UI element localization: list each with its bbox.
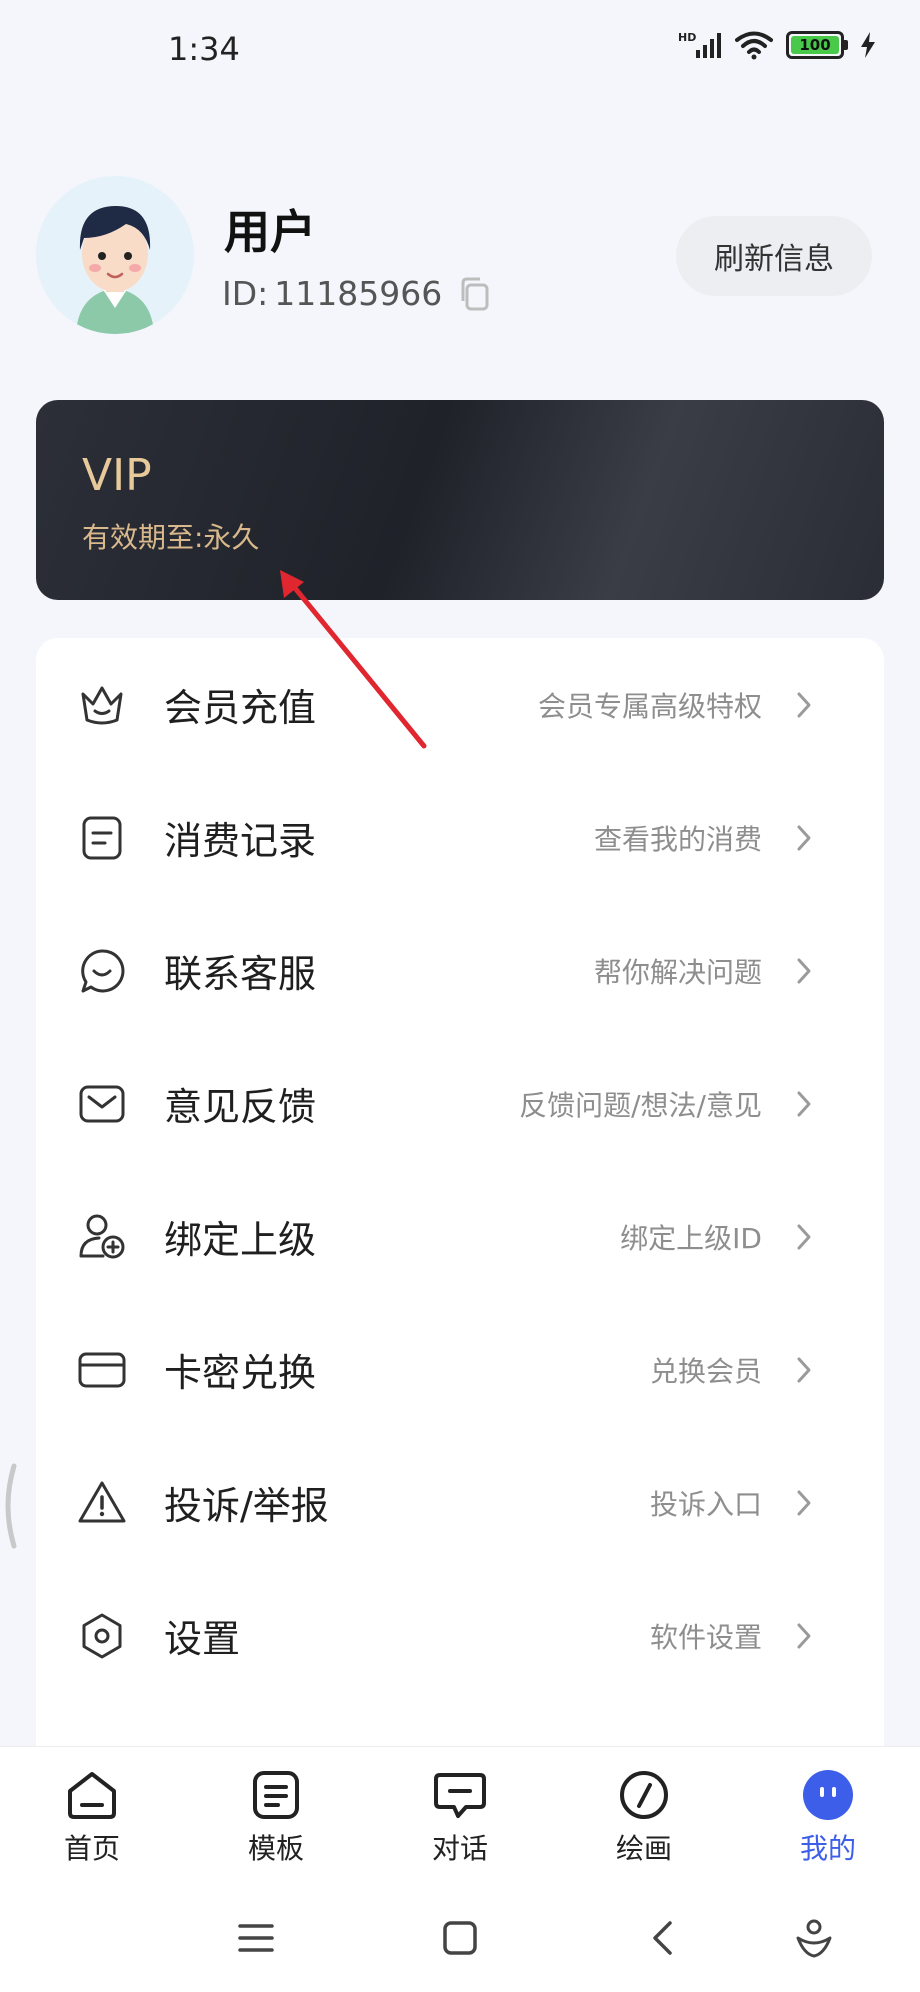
card-icon	[76, 1344, 128, 1396]
menu-subtitle: 帮你解决问题	[593, 955, 762, 989]
menu-icon[interactable]	[234, 1916, 278, 1960]
mail-icon	[76, 1078, 128, 1130]
nav-label: 模板	[247, 1832, 304, 1865]
battery-icon: 100	[786, 31, 848, 59]
menu-item-settings[interactable]: 设置 软件设置	[36, 1569, 884, 1702]
edge-handle[interactable]	[0, 1462, 18, 1550]
menu-item-complaint[interactable]: 投诉/举报 投诉入口	[36, 1436, 884, 1569]
menu-subtitle: 反馈问题/想法/意见	[519, 1088, 762, 1122]
menu-item-feedback[interactable]: 意见反馈 反馈问题/想法/意见	[36, 1037, 884, 1170]
menu-item-card-redeem[interactable]: 卡密兑换 兑换会员	[36, 1303, 884, 1436]
chevron-right-icon	[790, 1223, 818, 1251]
crown-icon	[76, 679, 128, 731]
vip-expiry: 有效期至:永久	[82, 521, 260, 554]
charging-icon	[861, 32, 875, 58]
avatar[interactable]	[36, 176, 194, 334]
menu-label: 联系客服	[164, 952, 317, 996]
user-id-row: ID: 11185966	[222, 274, 490, 313]
nav-home[interactable]: 首页	[32, 1769, 152, 1867]
menu-label: 会员充值	[164, 686, 317, 730]
system-nav-bar	[0, 1880, 920, 1992]
nav-label: 对话	[431, 1832, 488, 1865]
copy-icon[interactable]	[458, 277, 490, 311]
menu-label: 卡密兑换	[164, 1351, 317, 1395]
bottom-nav: 首页 模板 对话 绘画 我的	[0, 1746, 920, 1881]
refresh-info-button[interactable]: 刷新信息	[676, 216, 872, 296]
chevron-right-icon	[790, 1090, 818, 1118]
menu-subtitle: 查看我的消费	[593, 822, 762, 856]
nav-label: 首页	[63, 1832, 120, 1865]
smile-chat-icon	[76, 945, 128, 997]
compass-icon	[620, 1771, 668, 1819]
signal-icon: HD	[678, 31, 721, 58]
user-id-value: 11185966	[274, 274, 443, 313]
profile-face-icon	[803, 1770, 853, 1820]
menu-item-records[interactable]: 消费记录 查看我的消费	[36, 771, 884, 904]
menu-item-support[interactable]: 联系客服 帮你解决问题	[36, 904, 884, 1037]
chat-icon	[434, 1773, 486, 1818]
warning-icon	[76, 1477, 128, 1529]
home-square-icon[interactable]	[438, 1916, 482, 1960]
user-id-label: ID:	[222, 274, 269, 313]
menu-subtitle: 软件设置	[649, 1620, 762, 1654]
menu-subtitle: 兑换会员	[649, 1354, 762, 1388]
menu-label: 意见反馈	[164, 1085, 317, 1129]
home-icon	[68, 1772, 116, 1819]
nav-label: 绘画	[615, 1832, 672, 1865]
svg-text:HD: HD	[678, 31, 696, 44]
assistant-icon[interactable]	[792, 1916, 836, 1960]
wifi-icon	[735, 31, 773, 60]
menu-subtitle: 投诉入口	[649, 1487, 762, 1521]
menu-item-bind-superior[interactable]: 绑定上级 绑定上级ID	[36, 1170, 884, 1303]
settings-icon	[76, 1610, 128, 1662]
menu-label: 投诉/举报	[164, 1484, 329, 1528]
status-icons: HD 100	[678, 30, 876, 60]
chevron-right-icon	[790, 691, 818, 719]
chevron-right-icon	[790, 1489, 818, 1517]
menu-subtitle: 会员专属高级特权	[537, 689, 762, 723]
back-icon[interactable]	[640, 1916, 684, 1960]
status-time: 1:34	[168, 30, 240, 68]
menu-label: 设置	[164, 1617, 241, 1661]
username: 用户	[224, 205, 316, 259]
nav-draw[interactable]: 绘画	[584, 1769, 704, 1867]
chevron-right-icon	[790, 824, 818, 852]
chevron-right-icon	[790, 1356, 818, 1384]
user-add-icon	[76, 1211, 128, 1263]
receipt-icon	[76, 812, 128, 864]
menu-label: 绑定上级	[164, 1218, 317, 1262]
menu-label: 消费记录	[164, 819, 317, 863]
vip-card[interactable]: VIP 有效期至:永久	[36, 400, 884, 600]
chevron-right-icon	[790, 1622, 818, 1650]
nav-label: 我的	[799, 1832, 856, 1865]
template-icon	[253, 1771, 299, 1819]
chevron-right-icon	[790, 957, 818, 985]
nav-template[interactable]: 模板	[216, 1769, 336, 1867]
vip-title: VIP	[82, 450, 152, 501]
nav-mine[interactable]: 我的	[768, 1769, 888, 1867]
menu-item-recharge[interactable]: 会员充值 会员专属高级特权	[36, 638, 884, 771]
nav-chat[interactable]: 对话	[400, 1769, 520, 1867]
menu-list: 会员充值 会员专属高级特权 消费记录 查看我的消费 联系客服 帮你解决问题 意见…	[36, 638, 884, 1758]
menu-subtitle: 绑定上级ID	[620, 1221, 762, 1255]
